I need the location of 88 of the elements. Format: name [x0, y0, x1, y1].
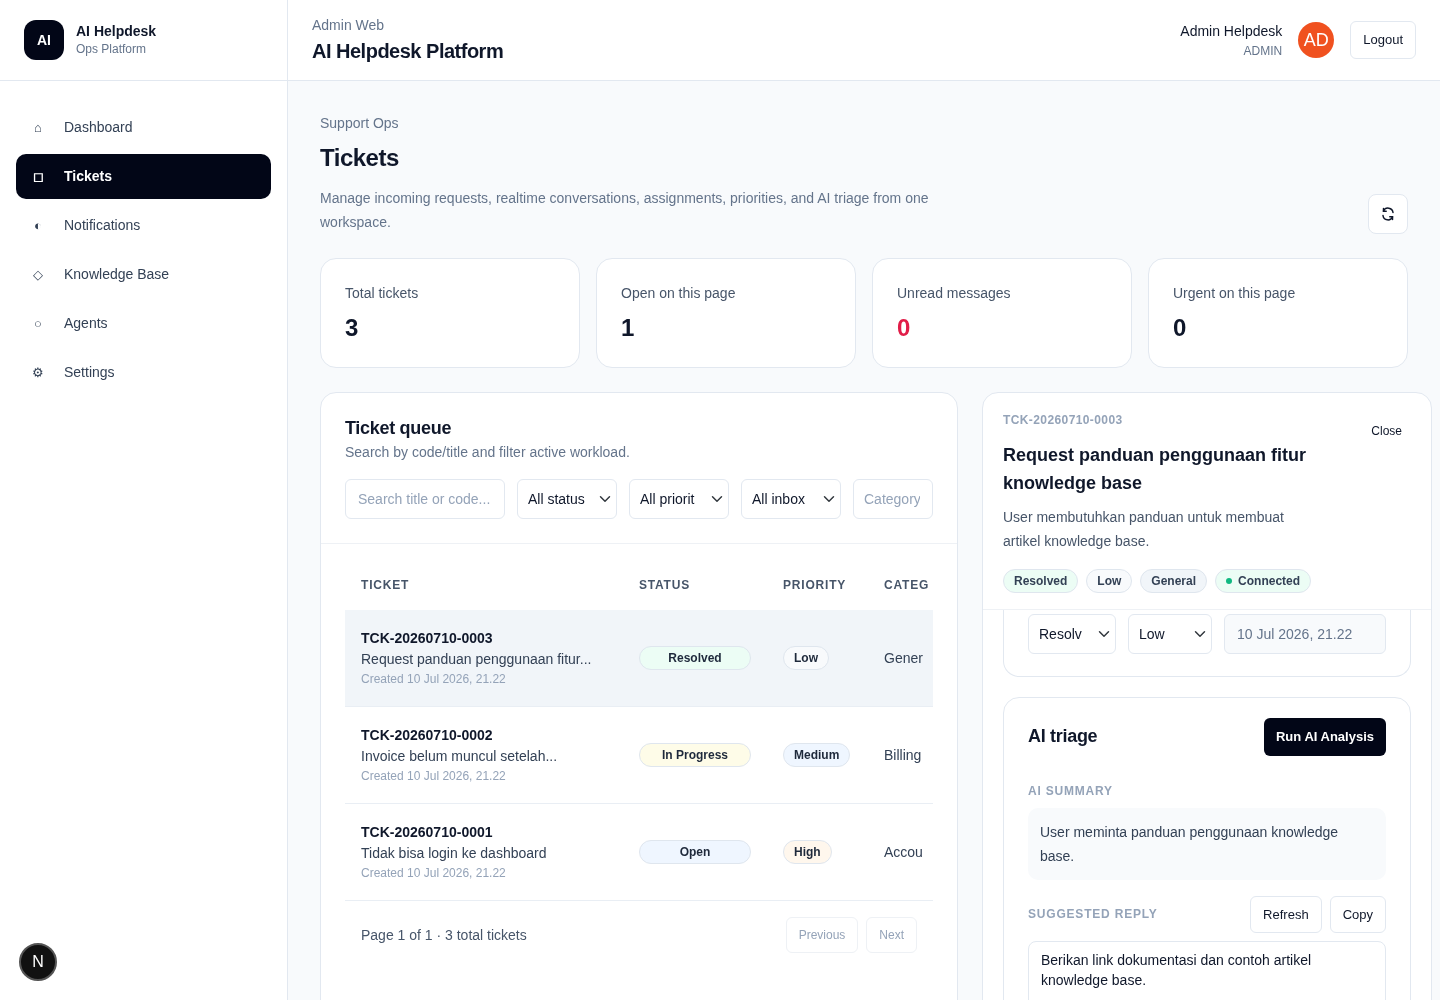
status-dot — [1226, 578, 1233, 584]
ticket-code: TCK-20260710-0003 — [1003, 412, 1123, 429]
created-date: Created 10 Jul 2026, 21.22 — [361, 865, 507, 882]
header-eyebrow: Admin Web — [312, 15, 386, 35]
ticket-row[interactable]: TCK-20260710-0002 Invoice belum muncul setelah... Created 10 Jul 2026, 21.22 In Progress Medium Billing — [345, 707, 933, 804]
ticket-code: TCK-20260710-0001 — [361, 823, 494, 842]
refresh-icon — [1380, 206, 1396, 222]
nav-icon: ○ — [32, 313, 44, 334]
page-eyebrow: Support Ops — [320, 114, 400, 133]
logout-button[interactable]: Logout — [1350, 21, 1416, 59]
column-header: PRIORITY — [783, 577, 848, 594]
status-dropdown[interactable]: Resolv — [1028, 614, 1116, 654]
nav-item[interactable]: ⌂ Dashboard — [16, 105, 271, 150]
tag: Resolved — [1003, 569, 1079, 593]
queue-subtitle: Search by code/title and filter active workload. — [345, 443, 631, 462]
stat-value: 1 — [621, 313, 636, 343]
date-field[interactable]: 10 Jul 2026, 21.22 — [1224, 614, 1386, 654]
category-cell-text: Accou — [884, 842, 924, 862]
stat-value: 3 — [345, 313, 360, 343]
ai-summary: User meminta panduan penggunaan knowledge base. — [1028, 807, 1386, 880]
refresh-button[interactable] — [1368, 194, 1408, 234]
created-date: Created 10 Jul 2026, 21.22 — [361, 768, 507, 785]
ticket-title: Request panduan penggunaan fitur knowledge base — [1003, 444, 1307, 495]
category-cell-text: Billing — [884, 745, 923, 765]
stat-label: Open on this page — [621, 284, 737, 303]
user-name: Admin Helpdesk — [1180, 21, 1283, 41]
filter-dropdown[interactable]: All inbox — [741, 479, 841, 519]
triage-title: AI triage — [1028, 725, 1098, 749]
status-badge: Resolved — [639, 646, 751, 670]
user-role: ADMIN — [1242, 42, 1283, 60]
reply-action-button[interactable]: Copy — [1329, 895, 1386, 933]
nav-icon: ⚙ — [32, 362, 44, 383]
suggested-reply-label: SUGGESTED REPLY — [1028, 906, 1158, 924]
created-date: Created 10 Jul 2026, 21.22 — [361, 671, 507, 688]
nav-item[interactable]: ◇ Knowledge Base — [16, 252, 271, 297]
ticket-code: TCK-20260710-0003 — [361, 629, 494, 648]
filter-dropdown[interactable]: All priorit — [629, 479, 729, 519]
page-description: Manage incoming requests, realtime conversations, assignments, priorities, and AI triage from one workspace. — [320, 189, 930, 232]
tag: Low — [1086, 569, 1133, 593]
nav-icon: ◐ — [32, 215, 44, 236]
close-button[interactable]: Close — [1370, 421, 1403, 441]
queue-title: Ticket queue — [345, 417, 453, 440]
nav-item[interactable]: ⚙ Settings — [16, 350, 271, 395]
column-header: STATUS — [639, 577, 692, 594]
ticket-row[interactable]: TCK-20260710-0001 Tidak bisa login ke dashboard Created 10 Jul 2026, 21.22 Open High Accou — [345, 804, 933, 901]
stat-value: 0 — [1173, 313, 1188, 343]
nav-item[interactable]: ○ Agents — [16, 301, 271, 346]
status-badge: In Progress — [639, 743, 751, 767]
run-analysis-button[interactable]: Run AI Analysis — [1264, 718, 1386, 756]
brand-subtitle: Ops Platform — [76, 41, 148, 58]
ticket-title: Request panduan penggunaan fitur... — [361, 650, 593, 669]
nav-item[interactable]: ◻ Tickets — [16, 154, 271, 199]
pagination-summary: Page 1 of 1 · 3 total tickets — [361, 925, 527, 945]
priority-badge: Medium — [783, 743, 851, 767]
nav-icon: ⌂ — [32, 117, 44, 138]
stat-value: 0 — [897, 313, 912, 343]
page-title: Tickets — [320, 143, 400, 173]
tag: General — [1140, 569, 1208, 593]
priority-badge: Low — [783, 646, 829, 670]
status-dropdown[interactable]: Low — [1128, 614, 1212, 654]
avatar[interactable]: AD — [1298, 22, 1335, 58]
filter-dropdown[interactable]: All status — [517, 479, 617, 519]
tag: Connected — [1215, 569, 1312, 593]
priority-badge: High — [783, 840, 832, 864]
logo: AI — [24, 20, 64, 60]
search-field[interactable]: Search title or code... — [345, 479, 505, 519]
status-badge: Open — [639, 840, 751, 864]
nav-icon: ◇ — [32, 264, 44, 285]
column-header: TICKET — [361, 577, 411, 594]
category-cell-text: Gener — [884, 648, 924, 668]
column-header: CATEG — [884, 577, 931, 594]
category-field[interactable]: Category — [853, 479, 933, 519]
summary-label: AI SUMMARY — [1028, 782, 1114, 800]
dev-badge[interactable]: N — [19, 943, 57, 981]
suggested-reply-field[interactable]: Berikan link dokumentasi dan contoh artikel knowledge base. — [1028, 941, 1386, 1000]
ticket-row[interactable]: TCK-20260710-0003 Request panduan penggunaan fitur... Created 10 Jul 2026, 21.22 Resolved Low Gener — [345, 610, 933, 707]
nav-icon: ◻ — [32, 166, 44, 187]
ticket-description: User membutuhkan panduan untuk membuat artikel knowledge base. — [1003, 508, 1285, 551]
stat-label: Total tickets — [345, 284, 420, 303]
reply-action-button[interactable]: Refresh — [1250, 895, 1322, 933]
ticket-title: Tidak bisa login ke dashboard — [361, 844, 548, 863]
stat-label: Unread messages — [897, 284, 1012, 303]
ticket-title: Invoice belum muncul setelah... — [361, 747, 559, 766]
stat-label: Urgent on this page — [1173, 284, 1297, 303]
brand-name: AI Helpdesk — [76, 22, 157, 40]
header-title: AI Helpdesk Platform — [312, 38, 504, 64]
nav-item[interactable]: ◐ Notifications — [16, 203, 271, 248]
ticket-code: TCK-20260710-0002 — [361, 726, 494, 745]
